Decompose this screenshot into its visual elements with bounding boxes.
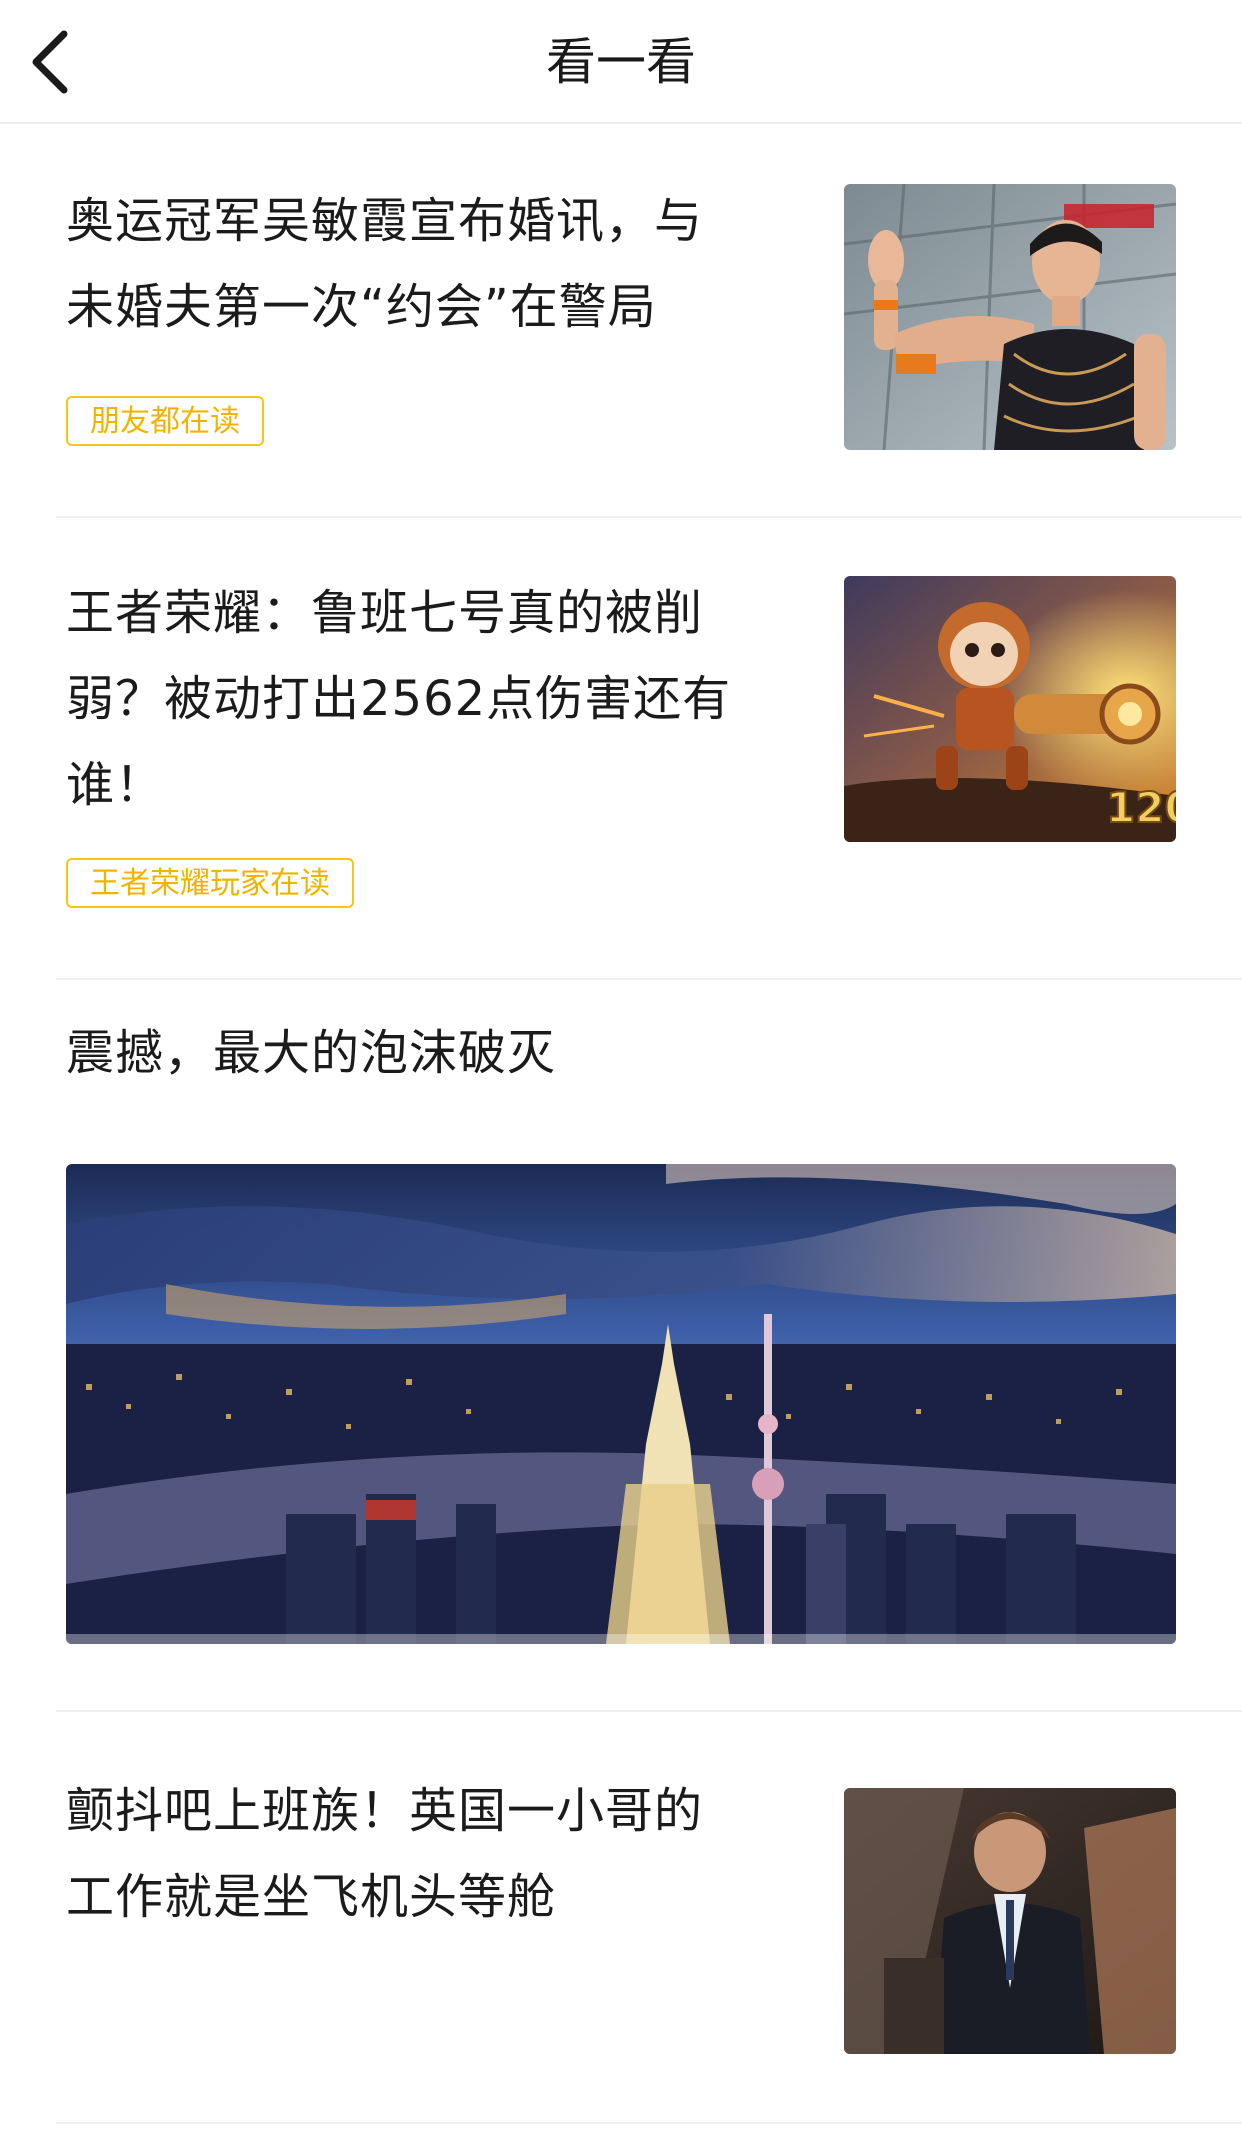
article-card[interactable]: 王者荣耀：鲁班七号真的被削 弱？被动打出2562点伤害还有 谁！ 王者荣耀玩家在… bbox=[0, 518, 1242, 978]
article-thumbnail: 120 bbox=[844, 576, 1176, 842]
article-card[interactable]: 奥运冠军吴敏霞宣布婚讯，与 未婚夫第一次“约会”在警局 朋友都在读 bbox=[0, 122, 1242, 516]
article-title: 震撼，最大的泡沫破灭 bbox=[66, 1025, 557, 1081]
social-tag: 王者荣耀玩家在读 bbox=[66, 858, 354, 908]
article-title: 奥运冠军吴敏霞宣布婚讯，与 未婚夫第一次“约会”在警局 bbox=[66, 193, 704, 335]
article-title: 颤抖吧上班族！英国一小哥的 工作就是坐飞机头等舱 bbox=[66, 1783, 704, 1925]
article-thumbnail bbox=[844, 1788, 1176, 2054]
article-title: 王者荣耀：鲁班七号真的被削 弱？被动打出2562点伤害还有 谁！ bbox=[66, 585, 732, 813]
game-image-text: 120 bbox=[1106, 783, 1176, 832]
article-card[interactable]: 颤抖吧上班族！英国一小哥的 工作就是坐飞机头等舱 bbox=[0, 1712, 1242, 2122]
article-cover-image[interactable] bbox=[66, 1164, 1176, 1644]
navigation-bar: 看一看 bbox=[0, 0, 1242, 124]
page-title: 看一看 bbox=[546, 33, 696, 91]
social-tag: 朋友都在读 bbox=[66, 396, 264, 446]
article-thumbnail bbox=[844, 184, 1176, 450]
divider bbox=[56, 2122, 1242, 2124]
